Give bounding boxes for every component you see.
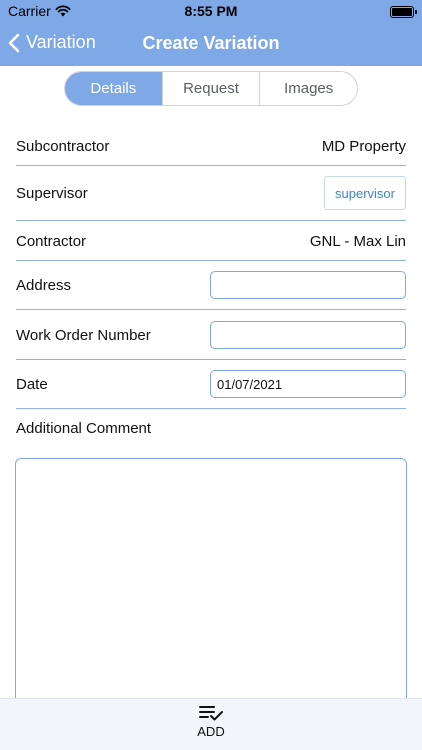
work-order-label: Work Order Number — [16, 326, 151, 344]
supervisor-label: Supervisor — [16, 184, 88, 202]
supervisor-row: Supervisor supervisor — [16, 176, 406, 210]
back-label: Variation — [26, 32, 96, 52]
address-input[interactable] — [210, 271, 406, 299]
address-row: Address — [16, 271, 406, 299]
tab-images[interactable]: Images — [260, 72, 357, 105]
tab-request[interactable]: Request — [163, 72, 261, 105]
divider — [16, 165, 406, 166]
bottom-toolbar: ADD — [0, 698, 422, 750]
divider — [16, 260, 406, 261]
date-label: Date — [16, 375, 48, 393]
supervisor-button[interactable]: supervisor — [324, 176, 406, 210]
list-check-icon — [199, 706, 223, 721]
chevron-left-icon — [8, 33, 20, 52]
status-bar: Carrier 8:55 PM — [0, 0, 422, 24]
divider — [16, 309, 406, 310]
divider — [16, 220, 406, 221]
date-row: Date — [16, 370, 406, 398]
subcontractor-row: Subcontractor MD Property — [16, 134, 406, 158]
add-label: ADD — [197, 724, 225, 739]
contractor-value: GNL - Max Lin — [309, 232, 406, 250]
add-button[interactable]: ADD — [181, 704, 241, 748]
back-button[interactable]: Variation — [8, 32, 96, 53]
subcontractor-value: MD Property — [321, 137, 406, 155]
work-order-row: Work Order Number — [16, 321, 406, 349]
contractor-row: Contractor GNL - Max Lin — [16, 229, 406, 253]
battery-icon — [390, 6, 417, 18]
divider — [16, 408, 406, 409]
additional-comment-input[interactable] — [15, 458, 407, 710]
navigation-bar: Variation Create Variation — [0, 24, 422, 66]
status-time: 8:55 PM — [184, 3, 238, 19]
additional-comment-label: Additional Comment — [16, 420, 152, 437]
date-input[interactable] — [210, 370, 406, 398]
subcontractor-label: Subcontractor — [16, 137, 110, 155]
tab-segmented-control: Details Request Images — [64, 71, 358, 106]
divider — [16, 359, 406, 360]
tab-details[interactable]: Details — [65, 72, 163, 105]
address-label: Address — [16, 276, 72, 294]
contractor-label: Contractor — [16, 232, 87, 250]
work-order-input[interactable] — [210, 321, 406, 349]
